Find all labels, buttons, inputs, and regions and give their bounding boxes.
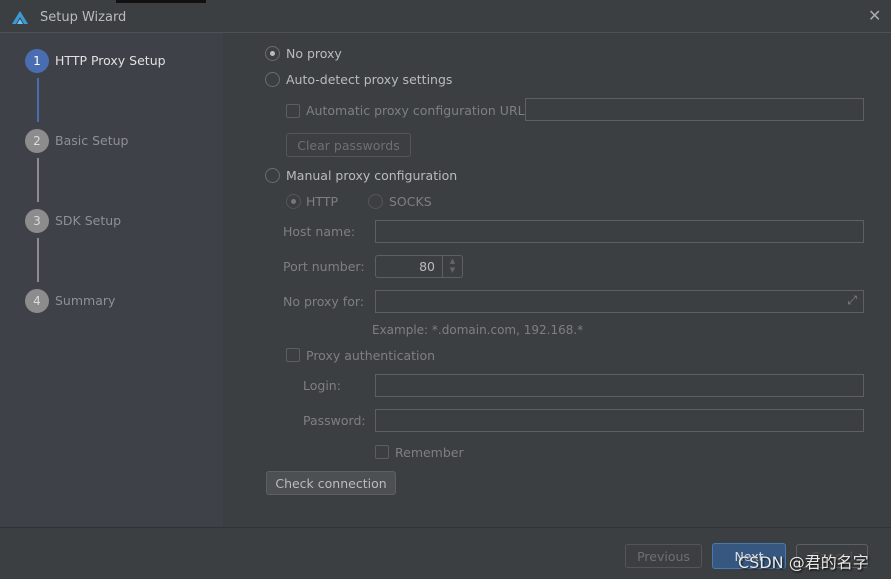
step-connector bbox=[37, 238, 39, 282]
step-2-number: 2 bbox=[25, 129, 49, 153]
password-input[interactable] bbox=[375, 409, 864, 432]
no-proxy-for-input[interactable]: ⤢ bbox=[375, 290, 864, 313]
step-connector bbox=[37, 158, 39, 202]
auto-config-url-input[interactable] bbox=[525, 98, 864, 121]
no-proxy-label: No proxy bbox=[286, 46, 342, 61]
step-2-label: Basic Setup bbox=[55, 133, 129, 148]
manual-proxy-radio[interactable] bbox=[265, 168, 280, 183]
auto-detect-label: Auto-detect proxy settings bbox=[286, 72, 453, 87]
socks-label: SOCKS bbox=[389, 194, 432, 209]
previous-button[interactable]: Previous bbox=[625, 544, 702, 568]
proxy-auth-checkbox[interactable] bbox=[286, 348, 300, 362]
step-3-number: 3 bbox=[25, 209, 49, 233]
check-connection-button[interactable]: Check connection bbox=[266, 471, 396, 495]
remember-checkbox[interactable] bbox=[375, 445, 389, 459]
auto-config-url-checkbox[interactable] bbox=[286, 104, 300, 118]
password-label: Password: bbox=[303, 413, 366, 428]
http-label: HTTP bbox=[306, 194, 338, 209]
http-radio[interactable] bbox=[286, 194, 301, 209]
no-proxy-for-label: No proxy for: bbox=[283, 294, 364, 309]
steps-sidebar bbox=[0, 33, 223, 527]
expand-icon[interactable]: ⤢ bbox=[847, 293, 857, 308]
port-number-label: Port number: bbox=[283, 259, 365, 274]
step-4-number: 4 bbox=[25, 289, 49, 313]
close-icon[interactable]: ✕ bbox=[868, 6, 881, 25]
port-number-value: 80 bbox=[419, 259, 435, 274]
window-title: Setup Wizard bbox=[40, 10, 127, 25]
no-proxy-radio[interactable] bbox=[265, 46, 280, 61]
title-bar: Setup Wizard ✕ bbox=[0, 3, 891, 33]
spinner-arrows-icon[interactable]: ▲ ▼ bbox=[442, 256, 462, 277]
login-input[interactable] bbox=[375, 374, 864, 397]
host-name-input[interactable] bbox=[375, 220, 864, 243]
step-3-label: SDK Setup bbox=[55, 213, 122, 228]
manual-proxy-label: Manual proxy configuration bbox=[286, 168, 458, 183]
step-connector bbox=[37, 78, 39, 122]
remember-label: Remember bbox=[395, 445, 464, 460]
auto-detect-radio[interactable] bbox=[265, 72, 280, 87]
clear-passwords-button[interactable]: Clear passwords bbox=[286, 133, 411, 157]
proxy-auth-label: Proxy authentication bbox=[306, 348, 436, 363]
host-name-label: Host name: bbox=[283, 224, 356, 239]
login-label: Login: bbox=[303, 378, 341, 393]
step-1-number: 1 bbox=[25, 49, 49, 73]
auto-config-url-label: Automatic proxy configuration URL: bbox=[306, 103, 529, 118]
socks-radio[interactable] bbox=[368, 194, 383, 209]
app-logo-icon bbox=[12, 11, 28, 24]
no-proxy-example: Example: *.domain.com, 192.168.* bbox=[372, 323, 584, 337]
step-1-label: HTTP Proxy Setup bbox=[55, 53, 166, 68]
port-number-spinner[interactable]: 80 ▲ ▼ bbox=[375, 255, 463, 278]
step-4-label: Summary bbox=[55, 293, 116, 308]
watermark: CSDN @君的名字 bbox=[738, 553, 869, 572]
